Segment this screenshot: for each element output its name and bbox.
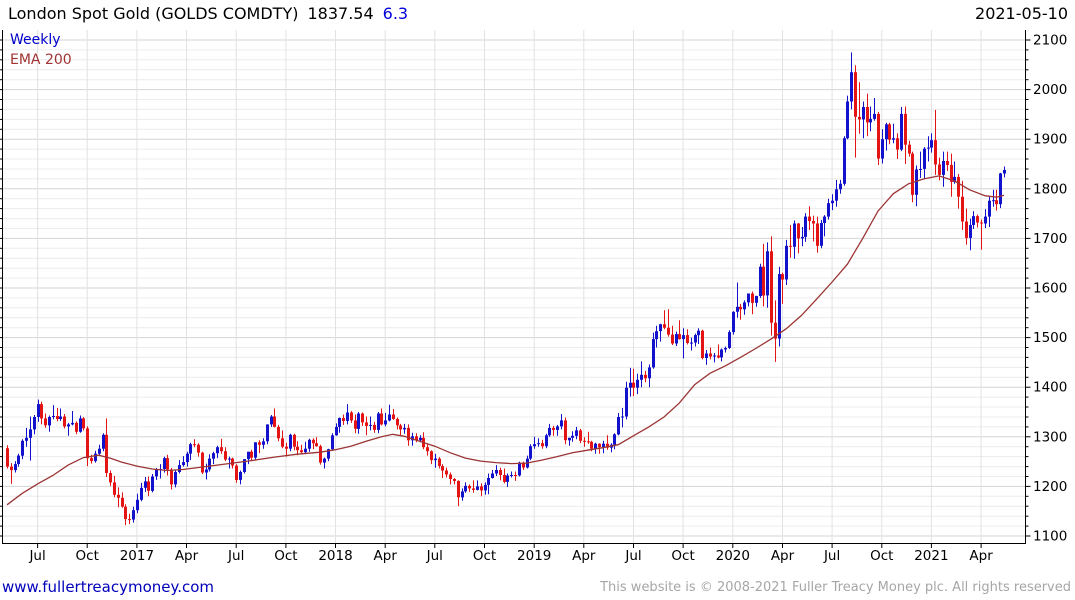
svg-text:2021: 2021 xyxy=(914,548,948,564)
svg-text:Oct: Oct xyxy=(870,548,893,564)
svg-text:1100: 1100 xyxy=(1033,529,1067,545)
legend-ema-200: EMA 200 xyxy=(10,52,72,68)
svg-text:Jul: Jul xyxy=(426,548,443,564)
candlestick-chart: 1100 1200 1300 1400 1500 1600 1700 1800 1900 2000… xyxy=(0,30,1067,564)
x-axis-labels: Jul Oct 2017 Apr Jul Oct 2018 Apr Jul Oct 2019 Apr J… xyxy=(28,548,993,564)
svg-text:1200: 1200 xyxy=(1033,479,1067,495)
svg-text:2019: 2019 xyxy=(517,548,551,564)
svg-text:Oct: Oct xyxy=(274,548,297,564)
svg-text:1400: 1400 xyxy=(1033,380,1067,396)
svg-text:Oct: Oct xyxy=(671,548,694,564)
ema-200-line xyxy=(6,175,1005,506)
svg-text:2000: 2000 xyxy=(1033,82,1067,98)
y-axis-labels: 1100 1200 1300 1400 1500 1600 1700 1800 1900 2000… xyxy=(1033,33,1067,545)
svg-text:1900: 1900 xyxy=(1033,132,1067,148)
svg-text:2020: 2020 xyxy=(716,548,750,564)
svg-text:Jul: Jul xyxy=(28,548,45,564)
svg-text:Jul: Jul xyxy=(227,548,244,564)
svg-text:Apr: Apr xyxy=(771,548,795,564)
svg-text:1700: 1700 xyxy=(1033,231,1067,247)
copyright-notice: This website is © 2008-2021 Fuller Treac… xyxy=(600,580,1071,595)
candles xyxy=(6,52,1006,526)
svg-text:1300: 1300 xyxy=(1033,429,1067,445)
legend-timeframe: Weekly xyxy=(10,32,61,48)
svg-text:Jul: Jul xyxy=(823,548,840,564)
gold-chart-page: London Spot Gold (GOLDS COMDTY) 1837.54 6.… xyxy=(0,0,1075,600)
axes xyxy=(0,30,1031,548)
svg-text:1500: 1500 xyxy=(1033,330,1067,346)
svg-text:Apr: Apr xyxy=(572,548,596,564)
svg-text:Apr: Apr xyxy=(969,548,993,564)
svg-text:2017: 2017 xyxy=(120,548,154,564)
svg-text:1600: 1600 xyxy=(1033,281,1067,297)
svg-text:Jul: Jul xyxy=(624,548,641,564)
svg-text:Apr: Apr xyxy=(175,548,199,564)
svg-text:Oct: Oct xyxy=(76,548,99,564)
svg-text:2018: 2018 xyxy=(318,548,352,564)
h-gridlines xyxy=(2,39,1025,537)
svg-text:1800: 1800 xyxy=(1033,181,1067,197)
svg-text:Oct: Oct xyxy=(473,548,496,564)
svg-text:Apr: Apr xyxy=(374,548,398,564)
site-link[interactable]: www.fullertreacymoney.com xyxy=(2,578,214,596)
svg-text:2100: 2100 xyxy=(1033,33,1067,49)
